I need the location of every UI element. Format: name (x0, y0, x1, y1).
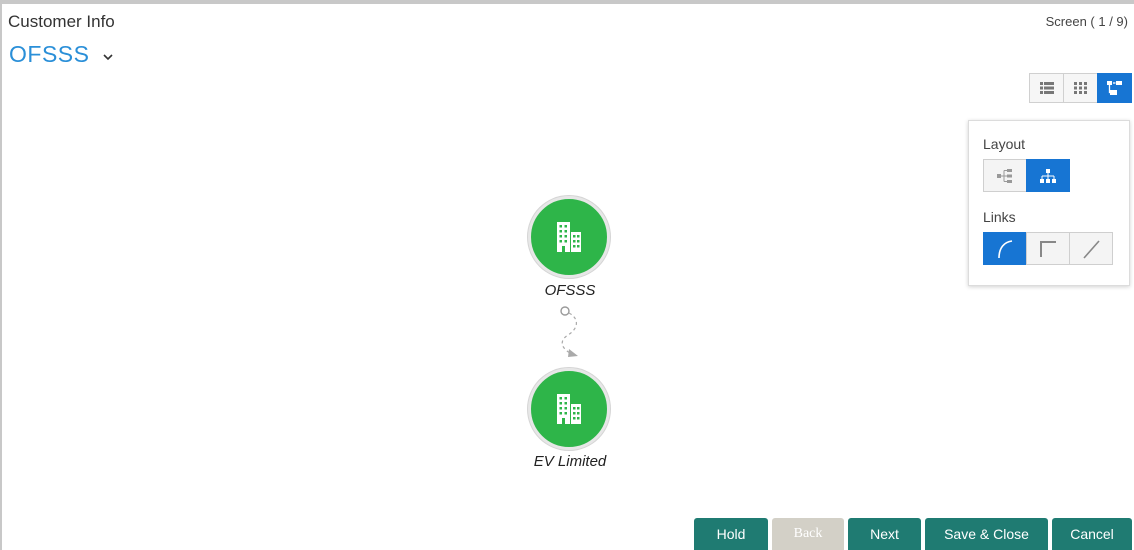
chevron-down-icon (103, 53, 114, 60)
view-toggle (1029, 73, 1132, 103)
building-icon (557, 222, 581, 252)
links-label: Links (983, 209, 1016, 225)
next-button[interactable]: Next (848, 518, 921, 550)
screen-counter: Screen ( 1 / 9) (1045, 14, 1128, 29)
hierarchy-view-icon (1106, 81, 1122, 95)
top-border (0, 0, 1134, 4)
section-title: Customer Info (8, 12, 115, 31)
graph-node-ofsss[interactable] (528, 196, 610, 278)
back-button[interactable]: Back (772, 518, 844, 550)
curved-link-icon (998, 239, 1013, 258)
node-label-ev-limited: EV Limited (533, 453, 607, 470)
horizontal-layout-button[interactable] (983, 159, 1027, 192)
entity-name: OFSSS (9, 41, 90, 67)
list-view-button[interactable] (1029, 73, 1064, 103)
left-border (0, 4, 2, 550)
grid-view-icon (1074, 82, 1087, 94)
building-icon (557, 394, 581, 424)
graph-node-ev-limited[interactable] (528, 368, 610, 450)
links-button-group (983, 232, 1113, 265)
layout-label: Layout (983, 136, 1026, 152)
orthogonal-link-icon (1040, 240, 1056, 257)
hierarchy-view-button[interactable] (1097, 73, 1132, 103)
save-close-button[interactable]: Save & Close (925, 518, 1048, 550)
cancel-button[interactable]: Cancel (1052, 518, 1132, 550)
layout-button-group (983, 159, 1070, 192)
vertical-layout-button[interactable] (1026, 159, 1070, 192)
grid-view-button[interactable] (1063, 73, 1098, 103)
curved-link-button[interactable] (983, 232, 1027, 265)
vertical-tree-icon (1040, 168, 1056, 183)
hold-button[interactable]: Hold (694, 518, 768, 550)
entity-selector[interactable]: OFSSS (9, 41, 115, 68)
straight-link-icon (1083, 239, 1100, 259)
horizontal-tree-icon (997, 168, 1012, 183)
graph-options-panel: Layout Links (968, 120, 1130, 286)
straight-link-button[interactable] (1069, 232, 1113, 265)
orthogonal-link-button[interactable] (1026, 232, 1070, 265)
list-view-icon (1039, 82, 1054, 94)
node-link (560, 306, 578, 357)
